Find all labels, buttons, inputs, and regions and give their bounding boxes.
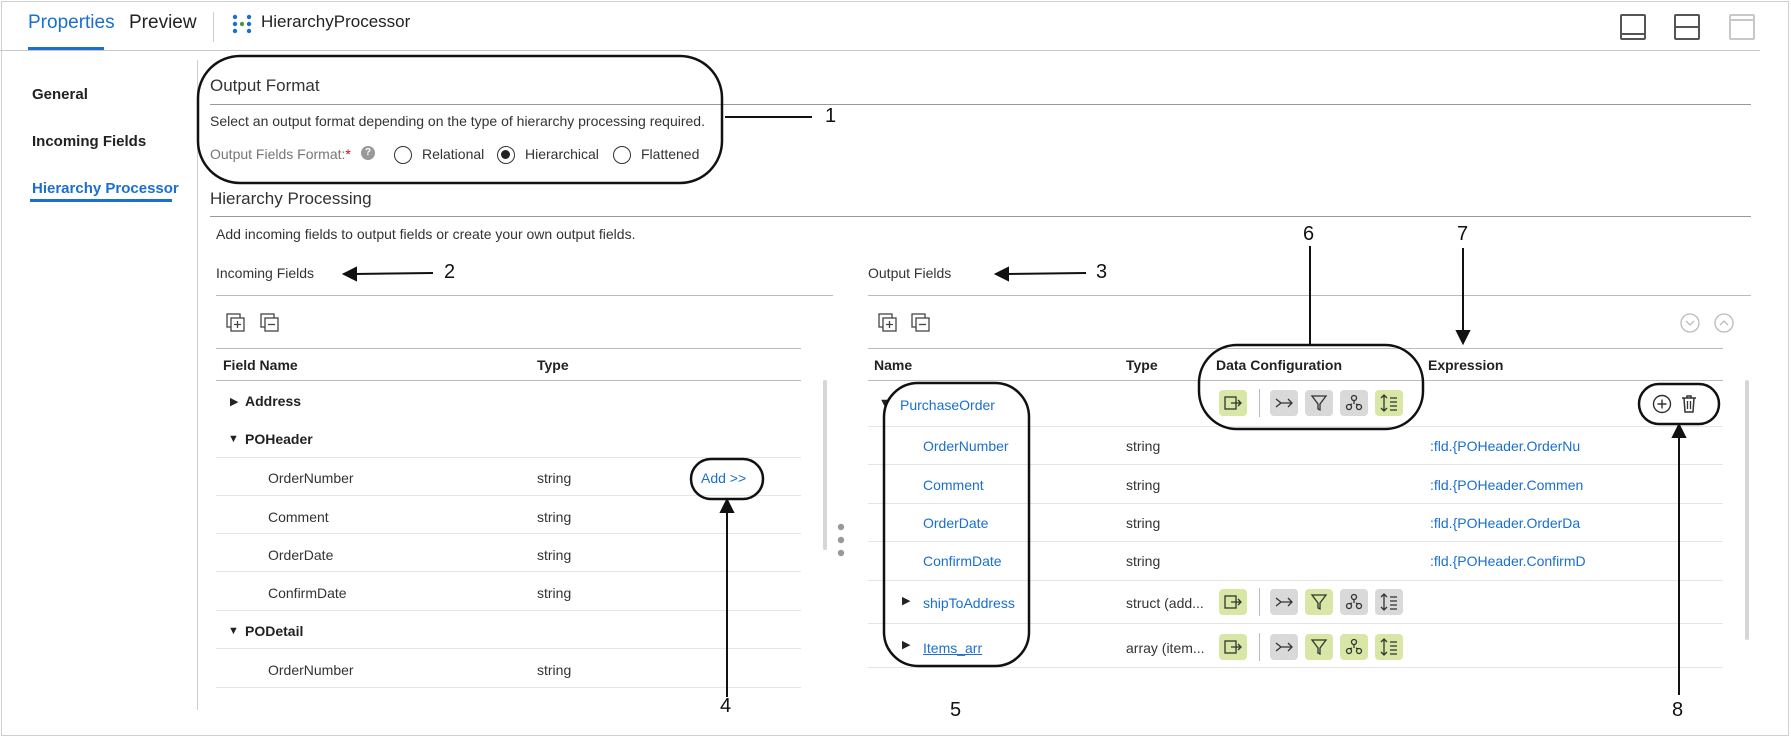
annotation-oval-add-delete [1637,382,1721,426]
annotation-arrowhead [993,266,1009,282]
annotation-arrowhead [1455,330,1471,346]
annotation-number-6: 6 [1303,223,1315,245]
annotation-leader-line [1005,272,1087,275]
annotation-leader-line [353,272,434,275]
annotation-number-3: 3 [1096,261,1108,283]
annotation-arrowhead [719,497,735,513]
annotation-number-1: 1 [825,105,837,127]
annotation-oval-output-names [882,381,1031,668]
annotation-overlay [196,54,1721,697]
annotation-number-5: 5 [950,699,962,721]
annotation-oval-output-format [196,54,724,185]
annotation-arrowhead [341,266,357,282]
annotation-arrowhead [1671,422,1687,438]
annotation-number-2: 2 [444,261,456,283]
annotation-number-8: 8 [1672,699,1684,721]
annotation-number-7: 7 [1457,223,1469,245]
annotation-oval-data-configuration [1197,343,1425,431]
annotation-oval-add [689,457,765,501]
annotation-number-4: 4 [720,695,732,717]
